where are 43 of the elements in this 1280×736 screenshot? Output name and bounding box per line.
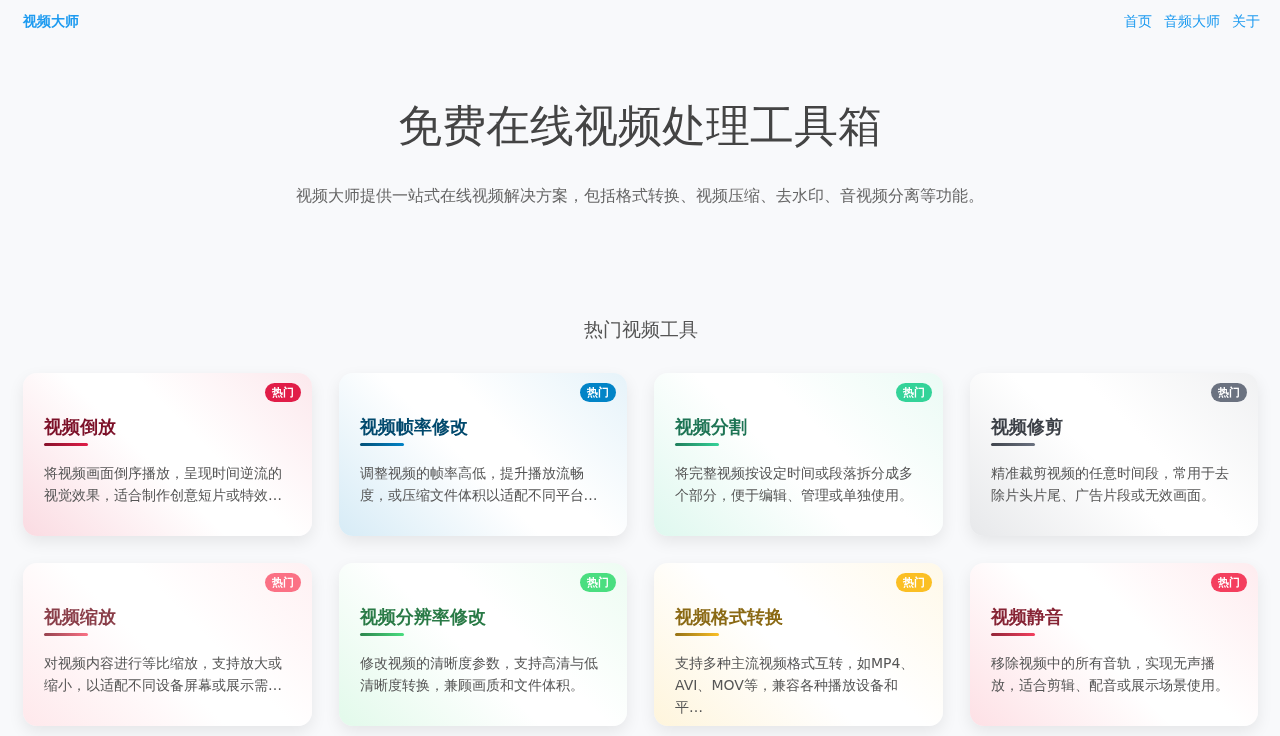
card-description: 将完整视频按设定时间或段落拆分成多个部分，便于编辑、管理或单独使用。	[675, 464, 914, 505]
title-underline	[675, 633, 719, 636]
card-title: 视频分割	[675, 415, 747, 439]
card-description: 精准裁剪视频的任意时间段，常用于去除片头片尾、广告片段或无效画面。	[990, 464, 1230, 505]
title-underline	[990, 633, 1035, 636]
hero-title: 免费在线视频处理工具箱	[398, 99, 882, 153]
hot-badge: 热门	[264, 573, 301, 592]
tool-card[interactable]: 热门 视频帧率修改 调整视频的帧率高低，提升播放流畅度，或压缩文件体积以适配不同平台…	[338, 373, 627, 536]
tool-card[interactable]: 热门 视频格式转换 支持多种主流视频格式互转，如MP4、AVI、MOV等，兼容各种播放设备和平…	[654, 563, 943, 726]
hot-badge: 热门	[580, 573, 616, 592]
title-underline	[359, 633, 404, 636]
tool-card[interactable]: 热门 视频修剪 精准裁剪视频的任意时间段，常用于去除片头片尾、广告片段或无效画面。	[969, 373, 1258, 536]
card-description: 对视频内容进行等比缩放，支持放大或缩小，以适配不同设备屏幕或展示需…	[44, 654, 283, 695]
card-description: 调整视频的帧率高低，提升播放流畅度，或压缩文件体积以适配不同平台…	[359, 464, 599, 505]
card-description: 移除视频中的所有音轨，实现无声播放，适合剪辑、配音或展示场景使用。	[990, 654, 1230, 695]
title-underline	[359, 443, 404, 446]
hero-subtitle: 视频大师提供一站式在线视频解决方案，包括格式转换、视频压缩、去水印、音视频分离等功能。	[296, 186, 984, 207]
title-underline	[675, 443, 719, 446]
card-title: 视频缩放	[44, 605, 116, 629]
hot-badge: 热门	[1211, 573, 1247, 592]
tool-card[interactable]: 热门 视频分辨率修改 修改视频的清晰度参数，支持高清与低清晰度转换，兼顾画质和文件体积。	[338, 563, 627, 726]
hot-badge: 热门	[580, 383, 616, 402]
title-underline	[44, 633, 88, 636]
card-title: 视频格式转换	[675, 605, 783, 629]
hot-badge: 热门	[1211, 383, 1247, 402]
hot-badge: 热门	[264, 383, 301, 402]
title-underline	[44, 443, 88, 446]
tool-card[interactable]: 热门 视频静音 移除视频中的所有音轨，实现无声播放，适合剪辑、配音或展示场景使用。	[969, 563, 1258, 726]
card-title: 视频修剪	[990, 415, 1063, 439]
card-description: 将视频画面倒序播放，呈现时间逆流的视觉效果，适合制作创意短片或特效…	[44, 464, 283, 505]
card-title: 视频帧率修改	[359, 415, 468, 439]
tool-card[interactable]: 热门 视频倒放 将视频画面倒序播放，呈现时间逆流的视觉效果，适合制作创意短片或特效…	[23, 373, 312, 536]
section-title: 热门视频工具	[582, 317, 699, 342]
hot-badge: 热门	[895, 383, 932, 402]
tool-card[interactable]: 热门 视频缩放 对视频内容进行等比缩放，支持放大或缩小，以适配不同设备屏幕或展示需…	[23, 563, 312, 726]
card-description: 支持多种主流视频格式互转，如MP4、AVI、MOV等，兼容各种播放设备和平…	[675, 654, 916, 717]
card-description: 修改视频的清晰度参数，支持高清与低清晰度转换，兼顾画质和文件体积。	[359, 654, 599, 695]
title-underline	[990, 443, 1035, 446]
card-title: 视频倒放	[44, 415, 116, 439]
tool-card[interactable]: 热门 视频分割 将完整视频按设定时间或段落拆分成多个部分，便于编辑、管理或单独使用。	[654, 373, 943, 536]
card-title: 视频分辨率修改	[359, 605, 486, 629]
hot-badge: 热门	[895, 573, 932, 592]
card-title: 视频静音	[990, 605, 1063, 629]
